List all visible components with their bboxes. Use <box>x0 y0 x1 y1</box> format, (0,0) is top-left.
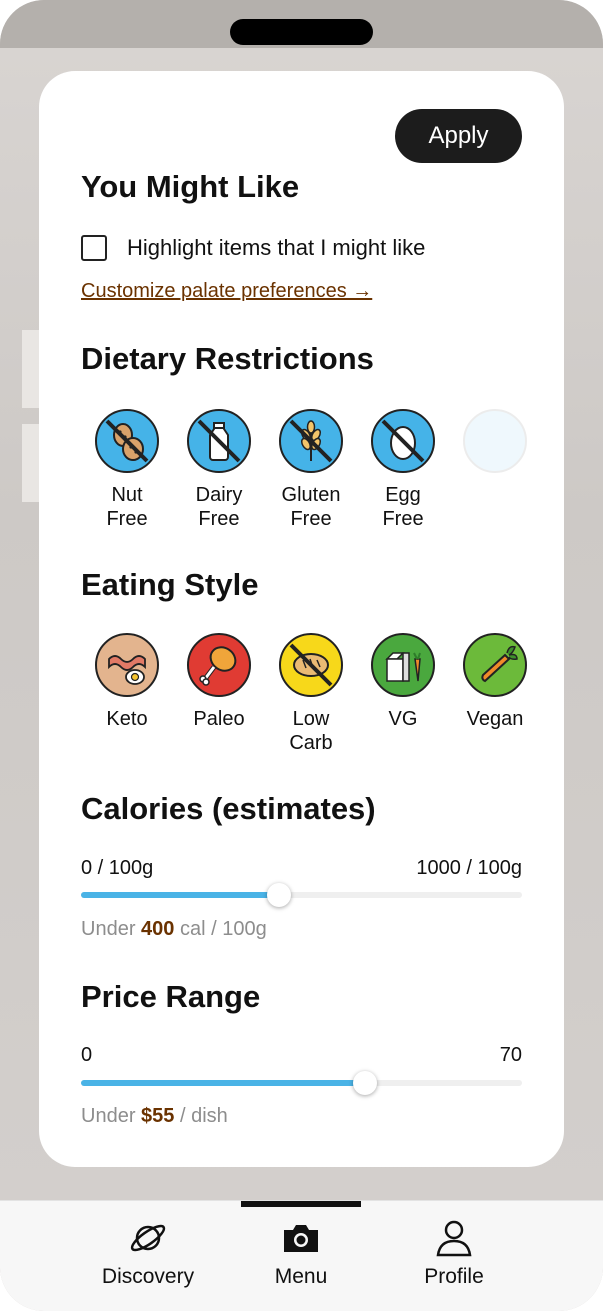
planet-icon <box>130 1224 166 1252</box>
bottom-tab-bar: Discovery Menu Profile <box>0 1200 603 1311</box>
price-value: $55 <box>141 1105 175 1127</box>
paleo-icon <box>187 633 251 697</box>
vegan-option[interactable]: Vegan <box>449 633 541 755</box>
tab-discovery[interactable]: Discovery <box>78 1217 218 1289</box>
tab-menu-label: Menu <box>274 1265 328 1288</box>
dairy-free-label-line1: Dairy <box>195 484 243 506</box>
calories-slider-fill <box>81 892 280 898</box>
calories-slider[interactable] <box>81 883 522 907</box>
calories-value: 400 <box>141 918 175 940</box>
price-slider[interactable] <box>81 1071 522 1095</box>
low-carb-icon <box>279 633 343 697</box>
eating-style-title: Eating Style <box>81 567 259 602</box>
paleo-label: Paleo <box>193 708 245 730</box>
nut-free-icon <box>95 409 159 473</box>
tab-profile[interactable]: Profile <box>384 1217 524 1289</box>
faded-option-icon <box>463 409 527 473</box>
nut-free-label-line1: Nut <box>111 484 143 506</box>
price-slider-fill <box>81 1080 366 1086</box>
tab-menu[interactable]: Menu <box>231 1217 371 1289</box>
phone-frame: ​ Apply You Might Like Highlight items t… <box>0 0 603 1311</box>
vegetarian-option[interactable]: VG <box>357 633 449 755</box>
nut-free-option[interactable]: Nut Free <box>81 409 173 531</box>
nut-free-label-line2: Free <box>106 508 148 530</box>
apply-button[interactable]: Apply <box>395 109 522 163</box>
calories-max-label: 1000 / 100g <box>416 857 522 879</box>
dietary-options: Nut Free Dairy Free Gluten Free Egg Free <box>81 409 541 531</box>
price-slider-thumb[interactable] <box>353 1071 378 1095</box>
calories-min-label: 0 / 100g <box>81 857 154 879</box>
dairy-free-label-line2: Free <box>198 508 240 530</box>
more-dietary-option <box>449 409 541 531</box>
price-range-labels: 0 70 <box>81 1044 522 1067</box>
gluten-free-icon <box>279 409 343 473</box>
egg-free-label-line1: Egg <box>385 484 421 506</box>
dairy-free-option[interactable]: Dairy Free <box>173 409 265 531</box>
dairy-free-icon <box>187 409 251 473</box>
status-bar <box>0 0 603 48</box>
price-range-title: Price Range <box>81 979 261 1014</box>
eating-style-options: Keto Paleo Low Carb VG Vegan <box>81 633 541 755</box>
calories-slider-thumb[interactable] <box>267 883 292 907</box>
vg-label: VG <box>388 708 418 730</box>
tab-profile-label: Profile <box>424 1265 484 1288</box>
active-tab-indicator <box>241 1201 361 1207</box>
calories-title: Calories (estimates) <box>81 791 376 826</box>
highlight-checkbox[interactable] <box>81 235 107 261</box>
price-hint: Under $55 / dish <box>81 1105 228 1127</box>
gluten-free-label-line1: Gluten <box>281 484 341 506</box>
camera-icon <box>284 1225 318 1252</box>
low-carb-label-line2: Carb <box>289 732 333 754</box>
egg-free-label-line2: Free <box>382 508 424 530</box>
tab-discovery-label: Discovery <box>101 1265 195 1288</box>
low-carb-label-line1: Low <box>292 708 330 730</box>
price-max-label: 70 <box>499 1044 522 1066</box>
camera-notch <box>230 19 373 45</box>
gluten-free-label-line2: Free <box>290 508 332 530</box>
customize-palate-link[interactable]: Customize palate preferences → <box>81 280 372 303</box>
calories-range-labels: 0 / 100g 1000 / 100g <box>81 857 522 880</box>
low-carb-option[interactable]: Low Carb <box>265 633 357 755</box>
vegan-icon <box>463 633 527 697</box>
person-icon <box>436 1220 472 1257</box>
egg-free-icon <box>371 409 435 473</box>
you-might-like-title: You Might Like <box>81 169 300 204</box>
price-min-label: 0 <box>81 1044 93 1066</box>
highlight-option[interactable]: Highlight items that I might like <box>81 235 425 261</box>
keto-option[interactable]: Keto <box>81 633 173 755</box>
vegan-label: Vegan <box>466 708 524 730</box>
calories-hint: Under 400 cal / 100g <box>81 918 267 940</box>
dietary-restrictions-title: Dietary Restrictions <box>81 341 374 376</box>
egg-free-option[interactable]: Egg Free <box>357 409 449 531</box>
highlight-label: Highlight items that I might like <box>127 235 426 260</box>
vegetarian-icon <box>371 633 435 697</box>
keto-label: Keto <box>106 708 148 730</box>
gluten-free-option[interactable]: Gluten Free <box>265 409 357 531</box>
keto-icon <box>95 633 159 697</box>
paleo-option[interactable]: Paleo <box>173 633 265 755</box>
filter-modal: Apply You Might Like Highlight items tha… <box>39 71 564 1167</box>
